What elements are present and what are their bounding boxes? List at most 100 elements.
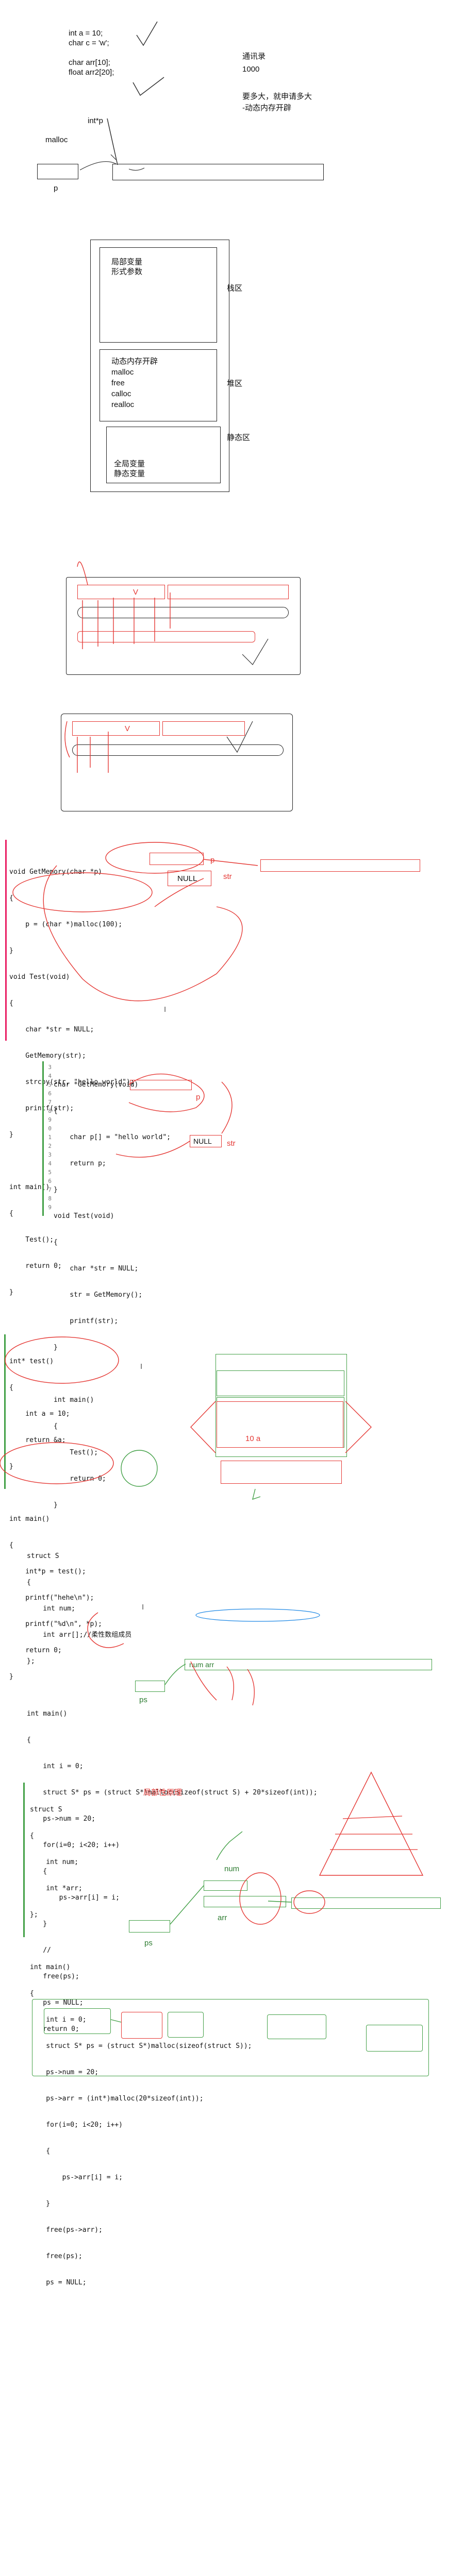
heap-chunk (267, 2014, 326, 2039)
code-line: return &a; (9, 1436, 66, 1444)
code-line: { (30, 1990, 34, 1997)
sketch-block (77, 585, 165, 599)
static-item: 静态变量 (114, 469, 145, 478)
ps-box (135, 1681, 165, 1692)
code-line: return p; (54, 1160, 106, 1167)
section-divider (42, 1061, 44, 1216)
ps-box (129, 1920, 170, 1933)
line-numbers: 34567890123456789 (48, 1064, 52, 1211)
static-item: 全局变量 (114, 460, 145, 468)
text-cursor: I (164, 1005, 167, 1014)
ps-label: ps (139, 1696, 147, 1704)
str-label: str (227, 1139, 236, 1148)
code-line: ps->arr = (int*)malloc(20*sizeof(int)); (30, 2095, 204, 2103)
section-divider (23, 1783, 25, 1937)
struct-num-box (204, 1880, 247, 1891)
code-line: int a = 10; (69, 29, 103, 38)
arrow-icon (79, 161, 117, 171)
code-line: { (30, 2147, 51, 2155)
null-label: NULL (177, 874, 197, 883)
code-line: ps = NULL; (30, 2279, 87, 2286)
stack-value: 10 a (245, 1434, 261, 1443)
code-line: char p[] = "hello world"; (54, 1133, 171, 1141)
green-arrow (252, 1488, 261, 1500)
section-divider (4, 1334, 6, 1489)
code-line: { (27, 1579, 31, 1586)
heap-item: free (111, 379, 125, 387)
text-cursor: I (142, 1603, 144, 1612)
dynamic-note-2: -动态内存开辟 (242, 104, 291, 112)
stack-region: 局部变量 形式参数 (100, 247, 217, 343)
stack-frame (217, 1370, 344, 1396)
code-line: void GetMemory(char *p) (9, 868, 103, 876)
code-line: GetMemory(str); (9, 1052, 86, 1060)
sketch-v-mark: V (125, 724, 130, 733)
p-label: p (196, 1093, 201, 1101)
code-line: int* test() (9, 1358, 54, 1365)
str-label: str (223, 872, 232, 881)
red-triangle (319, 1771, 424, 1876)
num-label: num (224, 1865, 240, 1873)
red-arrow (221, 1081, 233, 1134)
code-line: struct S (30, 1806, 62, 1814)
checkmark-icon (136, 21, 158, 46)
code-line: ps->arr[i] = i; (30, 2174, 123, 2181)
static-label: 静态区 (227, 433, 251, 442)
stack-item: 形式参数 (111, 267, 143, 276)
code-line: int arr[];//柔性数组成员 (27, 1631, 132, 1639)
code-line: char *str = NULL; (9, 1026, 94, 1033)
sketch-block (168, 585, 289, 599)
capacity-1000: 1000 (242, 65, 260, 74)
code-line: str = GetMemory(); (54, 1291, 143, 1299)
p-box (150, 853, 204, 865)
arrow-icon (110, 154, 117, 160)
arr-label: arr (218, 1913, 227, 1922)
code-line: free(ps->arr); (30, 2226, 103, 2234)
code-line: } (30, 2200, 51, 2208)
code-line: int main() (9, 1515, 50, 1523)
code-line: { (27, 1736, 31, 1744)
sketch-bar (77, 631, 255, 642)
heap-item: calloc (111, 389, 131, 398)
code-line: for(i=0; i<20; i++) (30, 2121, 123, 2129)
contacts-label: 通讯录 (242, 52, 266, 61)
code-line: char arr[10]; (69, 58, 110, 67)
code-line: } (54, 1186, 58, 1194)
code-line: } (9, 947, 13, 955)
code-line: char *str = NULL; (54, 1265, 139, 1273)
pointer-label-p: p (54, 184, 58, 193)
code-line: { (9, 1384, 13, 1392)
sketch-bar (77, 607, 289, 618)
code-line: { (9, 999, 13, 1007)
heap-item: malloc (111, 368, 134, 377)
code-line: int a = 10; (9, 1410, 70, 1418)
heap-100-box (260, 859, 420, 872)
null-label: NULL (193, 1137, 212, 1145)
heap-item: 动态内存开辟 (111, 357, 158, 366)
stack-item: 局部变量 (111, 258, 143, 266)
pointer-box (37, 164, 78, 179)
heap-item: realloc (111, 400, 135, 409)
null-box: NULL (190, 1135, 222, 1147)
code-line: p = (char *)malloc(100); (9, 921, 123, 928)
main-frame (221, 1461, 342, 1484)
dynamic-note-1: 要多大，就申请多大 (242, 92, 312, 101)
ps-label: ps (144, 1939, 153, 1947)
null-box: NULL (168, 871, 211, 886)
code-line: { (9, 894, 13, 902)
code-line: float arr2[20]; (69, 68, 114, 77)
sketch-bar (72, 744, 284, 756)
num-arr-label: num arr (189, 1660, 214, 1669)
code-line: int main() (30, 1963, 71, 1971)
heap-chunk (44, 2008, 111, 2034)
sketch-block (162, 721, 245, 736)
heap-chunk (168, 2012, 204, 2038)
p-label: p (210, 856, 215, 865)
code-line: void Test(void) (54, 1212, 114, 1220)
code-line: { (30, 1832, 34, 1840)
heap-block (112, 164, 324, 180)
heap-chunk (366, 2025, 423, 2052)
int-array-box (291, 1897, 441, 1909)
code-line: char c = 'w'; (69, 39, 109, 47)
code-line: printf(str); (54, 1317, 119, 1325)
